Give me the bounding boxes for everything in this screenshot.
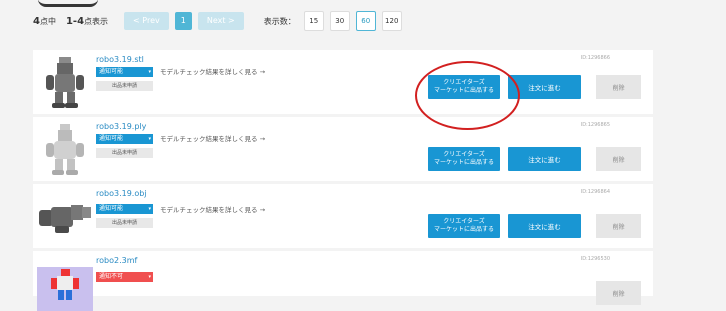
model-card: robo3.19.ply 通知可能 ▾ 出品未申請 モデルチェック結果を詳しく見る… [33,117,653,181]
creators-market-button[interactable]: クリエイターズ マーケットに出品する [428,147,500,171]
delete-button[interactable]: 削除 [596,214,641,238]
delete-button[interactable]: 削除 [596,147,641,171]
notification-status-dropdown[interactable]: 通知不可 ▾ [96,272,153,282]
model-id: ID:1296864 [580,189,610,195]
notification-status-dropdown[interactable]: 通知可能 ▾ [96,67,153,77]
chevron-down-icon: ▾ [148,274,151,280]
model-filename-link[interactable]: robo3.19.obj [96,189,147,198]
result-count: 4点中 [33,15,56,27]
prev-page-button[interactable]: < Prev [124,12,169,30]
delete-button[interactable]: 削除 [596,75,641,99]
result-range: 1-4点表示 [65,15,109,27]
model-id: ID:1296530 [580,256,610,262]
chevron-down-icon: ▾ [148,206,151,212]
model-filename-link[interactable]: robo3.19.stl [96,55,144,64]
creators-market-label: クリエイターズ マーケットに出品する [433,218,494,233]
order-button[interactable]: 注文に進む [508,214,581,238]
listing-status-badge: 出品未申請 [96,218,153,228]
per-page-label: 表示数： [263,16,296,26]
model-card: robo2.3mf 通知不可 ▾ ID:1296530 削除 [33,251,653,311]
model-check-link[interactable]: モデルチェック結果を詳しく見る → [160,133,265,143]
listing-status-badge: 出品未申請 [96,148,153,158]
page-1-button[interactable]: 1 [174,12,192,30]
notification-status-dropdown[interactable]: 通知可能 ▾ [96,204,153,214]
order-button[interactable]: 注文に進む [508,147,581,171]
delete-button[interactable]: 削除 [596,281,641,305]
robot-model-icon[interactable] [37,54,93,110]
chevron-down-icon: ▾ [148,136,151,142]
next-page-button[interactable]: Next > [197,12,244,30]
per-page-120-button[interactable]: 120 [381,11,402,31]
model-filename-link[interactable]: robo3.19.ply [96,122,146,131]
per-page-30-button[interactable]: 30 [329,11,350,31]
model-filename-link[interactable]: robo2.3mf [96,256,137,265]
color-robot-model-icon[interactable] [37,255,93,311]
model-check-link[interactable]: モデルチェック結果を詳しく見る → [160,204,265,214]
robot-lying-model-icon[interactable] [37,188,93,244]
creators-market-button[interactable]: クリエイターズ マーケットに出品する [428,214,500,238]
per-page-15-button[interactable]: 15 [303,11,324,31]
notification-status-dropdown[interactable]: 通知可能 ▾ [96,134,153,144]
per-page-60-button[interactable]: 60 [355,11,376,31]
chevron-down-icon: ▾ [148,69,151,75]
robot-model-icon[interactable] [37,121,93,177]
page-title-fragment [38,0,98,7]
model-id: ID:1296865 [580,122,610,128]
model-card: robo3.19.obj 通知可能 ▾ 出品未申請 モデルチェック結果を詳しく見る… [33,184,653,248]
highlight-circle-annotation [415,61,520,130]
model-check-link[interactable]: モデルチェック結果を詳しく見る → [160,66,265,76]
creators-market-label: クリエイターズ マーケットに出品する [433,151,494,166]
model-card: robo3.19.stl 通知可能 ▾ 出品未申請 モデルチェック結果を詳しく見る… [33,50,653,114]
pagination-bar: 4点中 1-4点表示 < Prev 1 Next > 表示数： 15 30 60… [33,10,402,32]
listing-status-badge: 出品未申請 [96,81,153,91]
model-id: ID:1296866 [580,55,610,61]
